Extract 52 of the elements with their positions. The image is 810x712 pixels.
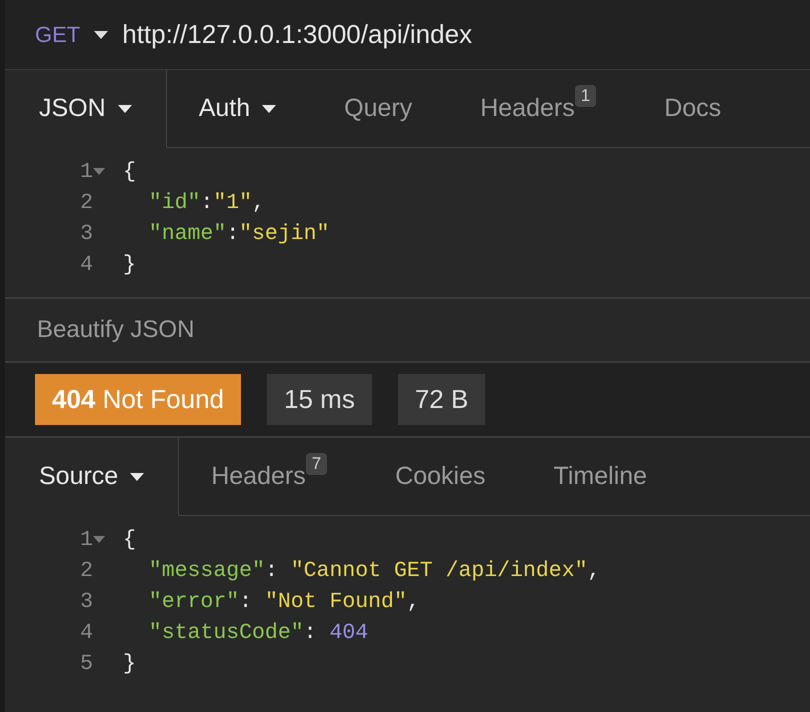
- tab[interactable]: Headers 7: [179, 438, 362, 516]
- tab[interactable]: Headers 1: [446, 70, 630, 148]
- json-key: "message": [123, 558, 265, 582]
- url-field[interactable]: http://127.0.0.1:3000/api/index: [122, 19, 472, 50]
- line-number: 1: [79, 160, 93, 184]
- count-badge: 7: [306, 453, 328, 475]
- code-punctuation: :: [200, 190, 214, 214]
- code-punctuation: :: [264, 558, 279, 582]
- line-number: 2: [79, 558, 93, 582]
- tab[interactable]: Query: [310, 70, 446, 148]
- tab[interactable]: Auth: [166, 70, 310, 148]
- line-number: 3: [79, 590, 93, 614]
- code-punctuation: :: [304, 620, 318, 644]
- code-punctuation: }: [123, 652, 136, 676]
- code-punctuation: {: [123, 160, 136, 184]
- code-punctuation: ,: [588, 558, 600, 582]
- caret-icon: [130, 472, 144, 480]
- caret-icon: [94, 30, 108, 38]
- code-punctuation: ,: [252, 190, 265, 214]
- line-number: 4: [79, 620, 93, 644]
- code-punctuation: }: [123, 252, 136, 276]
- line-number: 4: [79, 252, 93, 276]
- stat-badge: 15 ms: [267, 374, 372, 425]
- status-badge: 404 Not Found: [35, 374, 242, 425]
- beautify-button[interactable]: Beautify JSON: [37, 316, 194, 344]
- json-key: "error": [123, 590, 240, 614]
- json-string: "1": [213, 190, 252, 214]
- json-key: "statusCode": [123, 620, 304, 644]
- caret-icon: [118, 104, 132, 112]
- method-dropdown[interactable]: GET: [35, 22, 108, 48]
- code-punctuation: {: [123, 528, 136, 552]
- code-punctuation: :: [239, 590, 254, 614]
- json-key: "name": [123, 222, 226, 246]
- line-number: 2: [79, 190, 93, 214]
- json-string: "Cannot GET /api/index": [290, 558, 588, 582]
- json-string: "Not Found": [264, 590, 407, 614]
- stat-badge: 72 B: [398, 374, 486, 425]
- caret-icon: [262, 104, 276, 112]
- fold-caret-icon[interactable]: [93, 168, 105, 175]
- tab[interactable]: Docs: [630, 70, 756, 148]
- tab[interactable]: Timeline: [520, 438, 682, 516]
- fold-caret-icon[interactable]: [93, 536, 105, 543]
- line-number: 5: [79, 652, 93, 676]
- line-number: 1: [79, 528, 93, 552]
- line-number: 3: [79, 222, 93, 246]
- json-key: "id": [123, 190, 200, 214]
- json-string: "sejin": [239, 222, 330, 246]
- code-punctuation: :: [226, 222, 240, 246]
- tab[interactable]: Cookies: [361, 438, 520, 516]
- count-badge: 1: [574, 85, 596, 107]
- json-number: 404: [329, 620, 368, 644]
- code-punctuation: ,: [406, 590, 420, 614]
